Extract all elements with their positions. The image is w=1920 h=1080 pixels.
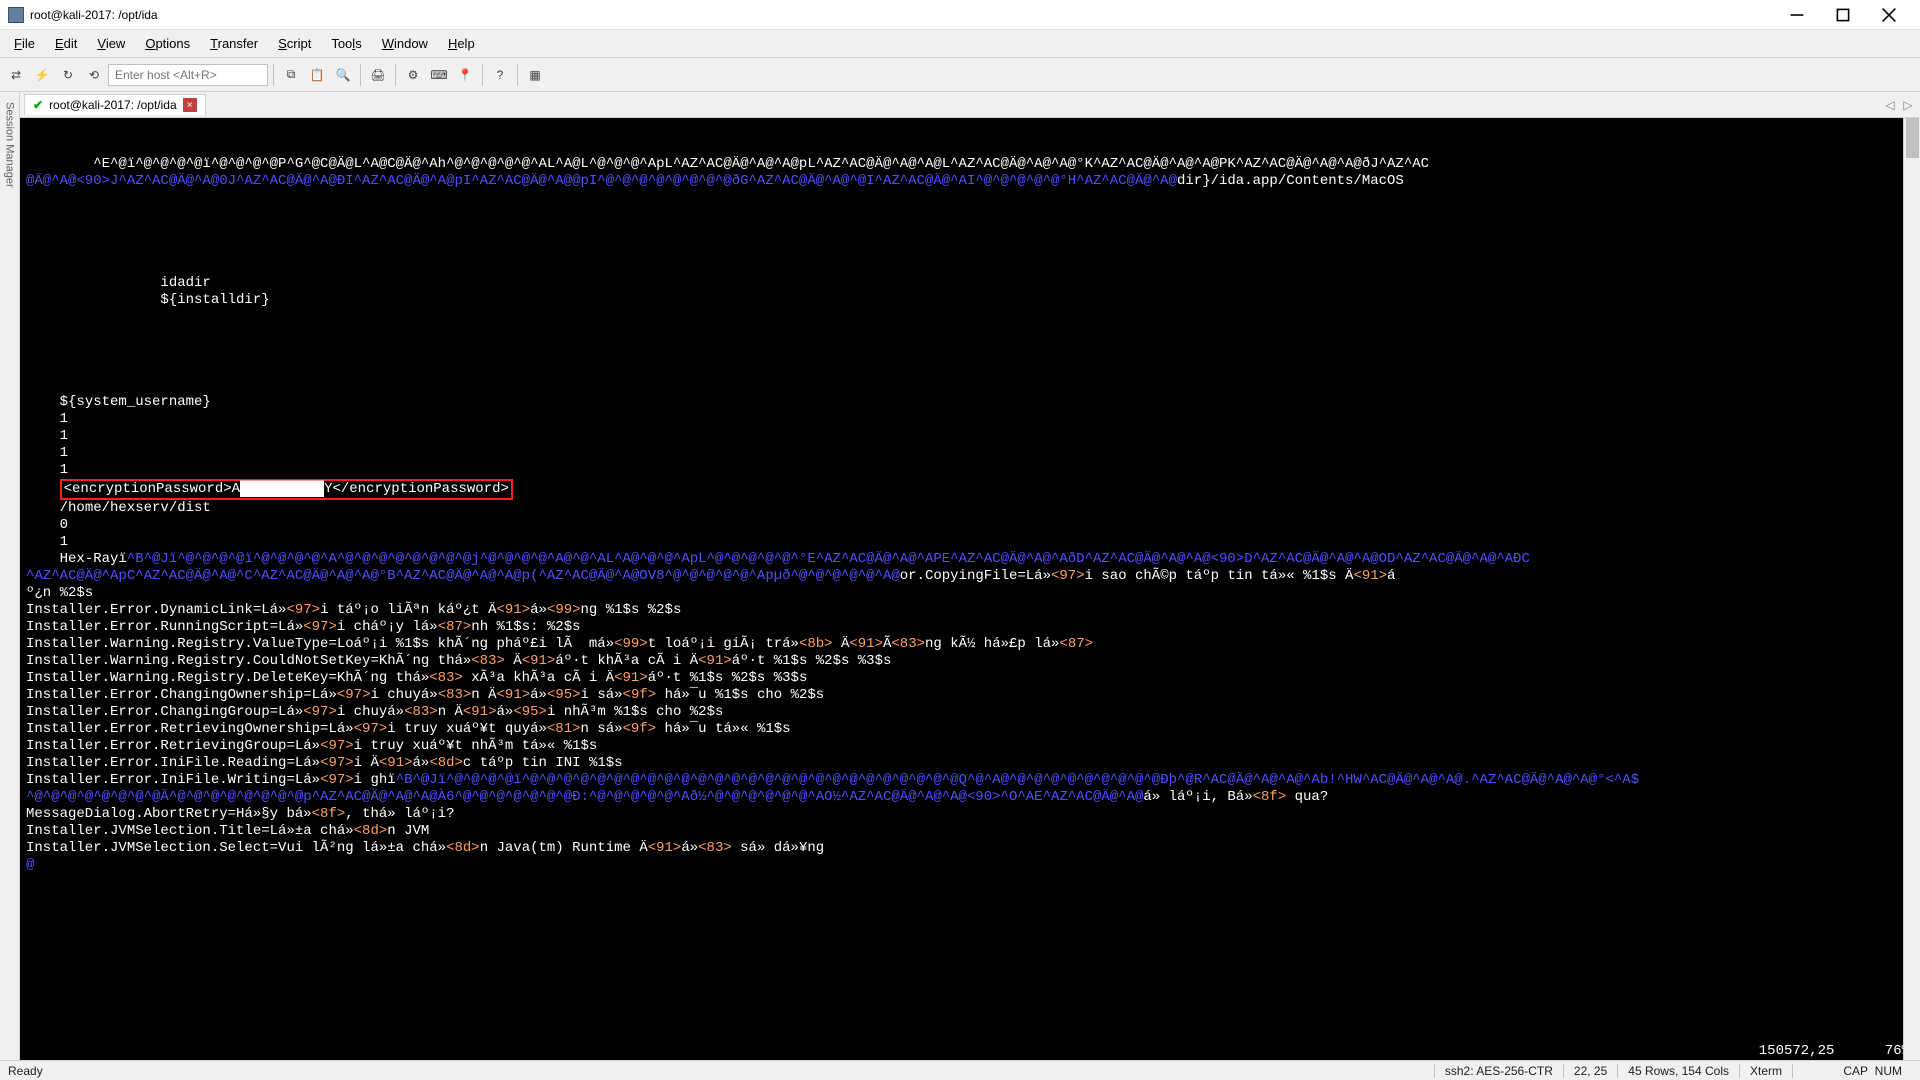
tab-prev-icon[interactable]: ◁ [1882,97,1898,113]
menu-window[interactable]: Window [372,32,438,55]
tab-bar: ✔ root@kali-2017: /opt/ida × ◁ ▷ [20,92,1920,118]
session-icon[interactable]: ▦ [523,63,547,87]
terminal[interactable]: ^E^@ï^@^@^@^@ï^@^@^@^@P^G^@C@Ä@L^A@C@Ä@^… [20,118,1920,1060]
menubar: File Edit View Options Transfer Script T… [0,30,1920,58]
menu-transfer[interactable]: Transfer [200,32,268,55]
paste-icon[interactable]: 📋 [305,63,329,87]
toolbar: ⇄ ⚡ ↻ ⟲ ⧉ 📋 🔍 🖨 ⚙ ⌨ 📍 ? ▦ [0,58,1920,92]
toolbar-separator [517,64,518,86]
menu-edit[interactable]: Edit [45,32,87,55]
menu-help[interactable]: Help [438,32,485,55]
minimize-button[interactable] [1774,0,1820,30]
menu-tools[interactable]: Tools [321,32,371,55]
copy-icon[interactable]: ⧉ [279,63,303,87]
window-title: root@kali-2017: /opt/ida [30,8,1774,22]
find-icon[interactable]: 🔍 [331,63,355,87]
reconnect-icon[interactable]: ↻ [56,63,80,87]
status-ready: Ready [8,1064,1434,1078]
toolbar-separator [273,64,274,86]
tab-close-icon[interactable]: × [183,98,197,112]
menu-options[interactable]: Options [135,32,200,55]
status-cursor-pos: 22, 25 [1563,1064,1617,1078]
host-input[interactable] [108,64,268,86]
settings-icon[interactable]: ⚙ [401,63,425,87]
close-button[interactable] [1866,0,1912,30]
app-icon [8,7,24,23]
quick-connect-icon[interactable]: ⚡ [30,63,54,87]
status-size: 45 Rows, 154 Cols [1617,1064,1739,1078]
vertical-scrollbar[interactable] [1903,118,1920,1060]
help-icon[interactable]: ? [488,63,512,87]
window-titlebar: root@kali-2017: /opt/ida [0,0,1920,30]
connect-icon[interactable]: ⇄ [4,63,28,87]
session-tab[interactable]: ✔ root@kali-2017: /opt/ida × [24,94,206,115]
scrollbar-thumb[interactable] [1906,118,1919,158]
disconnect-icon[interactable]: ⟲ [82,63,106,87]
toolbar-separator [360,64,361,86]
statusbar: Ready ssh2: AES-256-CTR 22, 25 45 Rows, … [0,1060,1920,1080]
session-manager-sidebar[interactable]: Session Manager [0,92,20,1060]
tab-next-icon[interactable]: ▷ [1900,97,1916,113]
status-caps: CAP NUM [1792,1064,1912,1078]
maximize-button[interactable] [1820,0,1866,30]
keyboard-icon[interactable]: ⌨ [427,63,451,87]
toolbar-separator [395,64,396,86]
menu-file[interactable]: File [4,32,45,55]
check-icon: ✔ [33,98,43,112]
menu-view[interactable]: View [87,32,135,55]
print-icon[interactable]: 🖨 [366,63,390,87]
status-connection: ssh2: AES-256-CTR [1434,1064,1563,1078]
session-manager-label: Session Manager [4,102,16,188]
toolbar-separator [482,64,483,86]
pin-icon[interactable]: 📍 [453,63,477,87]
menu-script[interactable]: Script [268,32,321,55]
terminal-position: 150572,25 76% [1759,1043,1910,1060]
status-term-type: Xterm [1739,1064,1792,1078]
tab-title: root@kali-2017: /opt/ida [49,98,177,112]
